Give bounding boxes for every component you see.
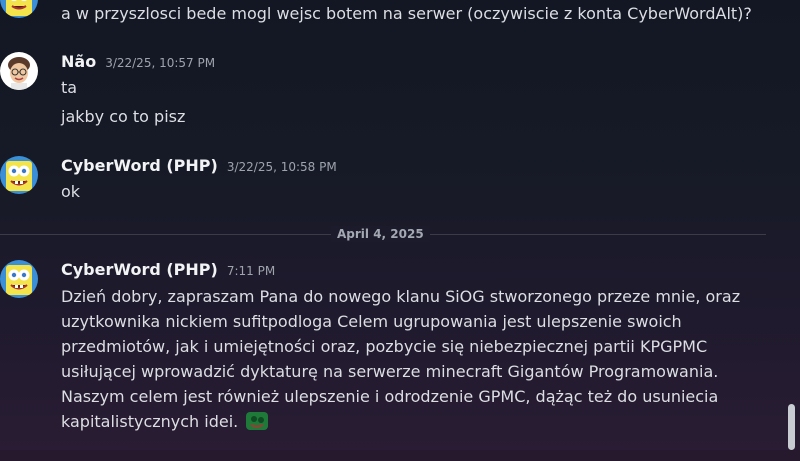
message-list: a w przyszlosci bede mogl wejsc botem na… [0,0,784,461]
message-text: usiłującej wprowadzić dyktaturę na serwe… [61,362,719,381]
message-text: ok [61,182,81,201]
message-header: CyberWord (PHP) 3/22/25, 10:58 PM [61,156,337,178]
spongebob-avatar-icon [0,260,38,298]
user-avatar-cyberword[interactable] [0,156,38,194]
date-divider-label: April 4, 2025 [331,226,430,242]
username[interactable]: CyberWord (PHP) [61,260,218,279]
message-text: kapitalistycznych idei. [61,412,239,431]
spongebob-avatar-icon [0,156,38,194]
message-text: Naszym celem jest również ulepszenie i o… [61,387,719,406]
message-header: CyberWord (PHP) 7:11 PM [61,260,275,282]
timestamp[interactable]: 3/22/25, 10:57 PM [105,56,215,70]
memoji-avatar-icon [0,52,38,90]
scrollbar-thumb[interactable] [788,404,795,450]
username[interactable]: CyberWord (PHP) [61,156,218,175]
message-text: uzytkownika nickiem sufitpodloga Celem u… [61,312,682,331]
message-text: Dzień dobry, zapraszam Pana do nowego kl… [61,287,741,306]
message-header: Não 3/22/25, 10:57 PM [61,52,215,74]
message-text: przedmiotów, jak i umiejętności oraz, po… [61,337,708,356]
timestamp[interactable]: 3/22/25, 10:58 PM [227,160,337,174]
message-text: a w przyszlosci bede mogl wejsc botem na… [61,4,752,23]
user-avatar-nao[interactable] [0,52,38,90]
message-text-last: kapitalistycznych idei. [61,409,269,434]
message-text: ta [61,78,78,97]
user-avatar-cyberword[interactable] [0,260,38,298]
custom-emoji-icon[interactable] [245,410,269,432]
username[interactable]: Não [61,52,96,71]
bottom-area [0,450,800,461]
spongebob-avatar[interactable] [0,0,38,18]
message-text: jakby co to pisz [61,107,186,126]
timestamp[interactable]: 7:11 PM [227,264,275,278]
